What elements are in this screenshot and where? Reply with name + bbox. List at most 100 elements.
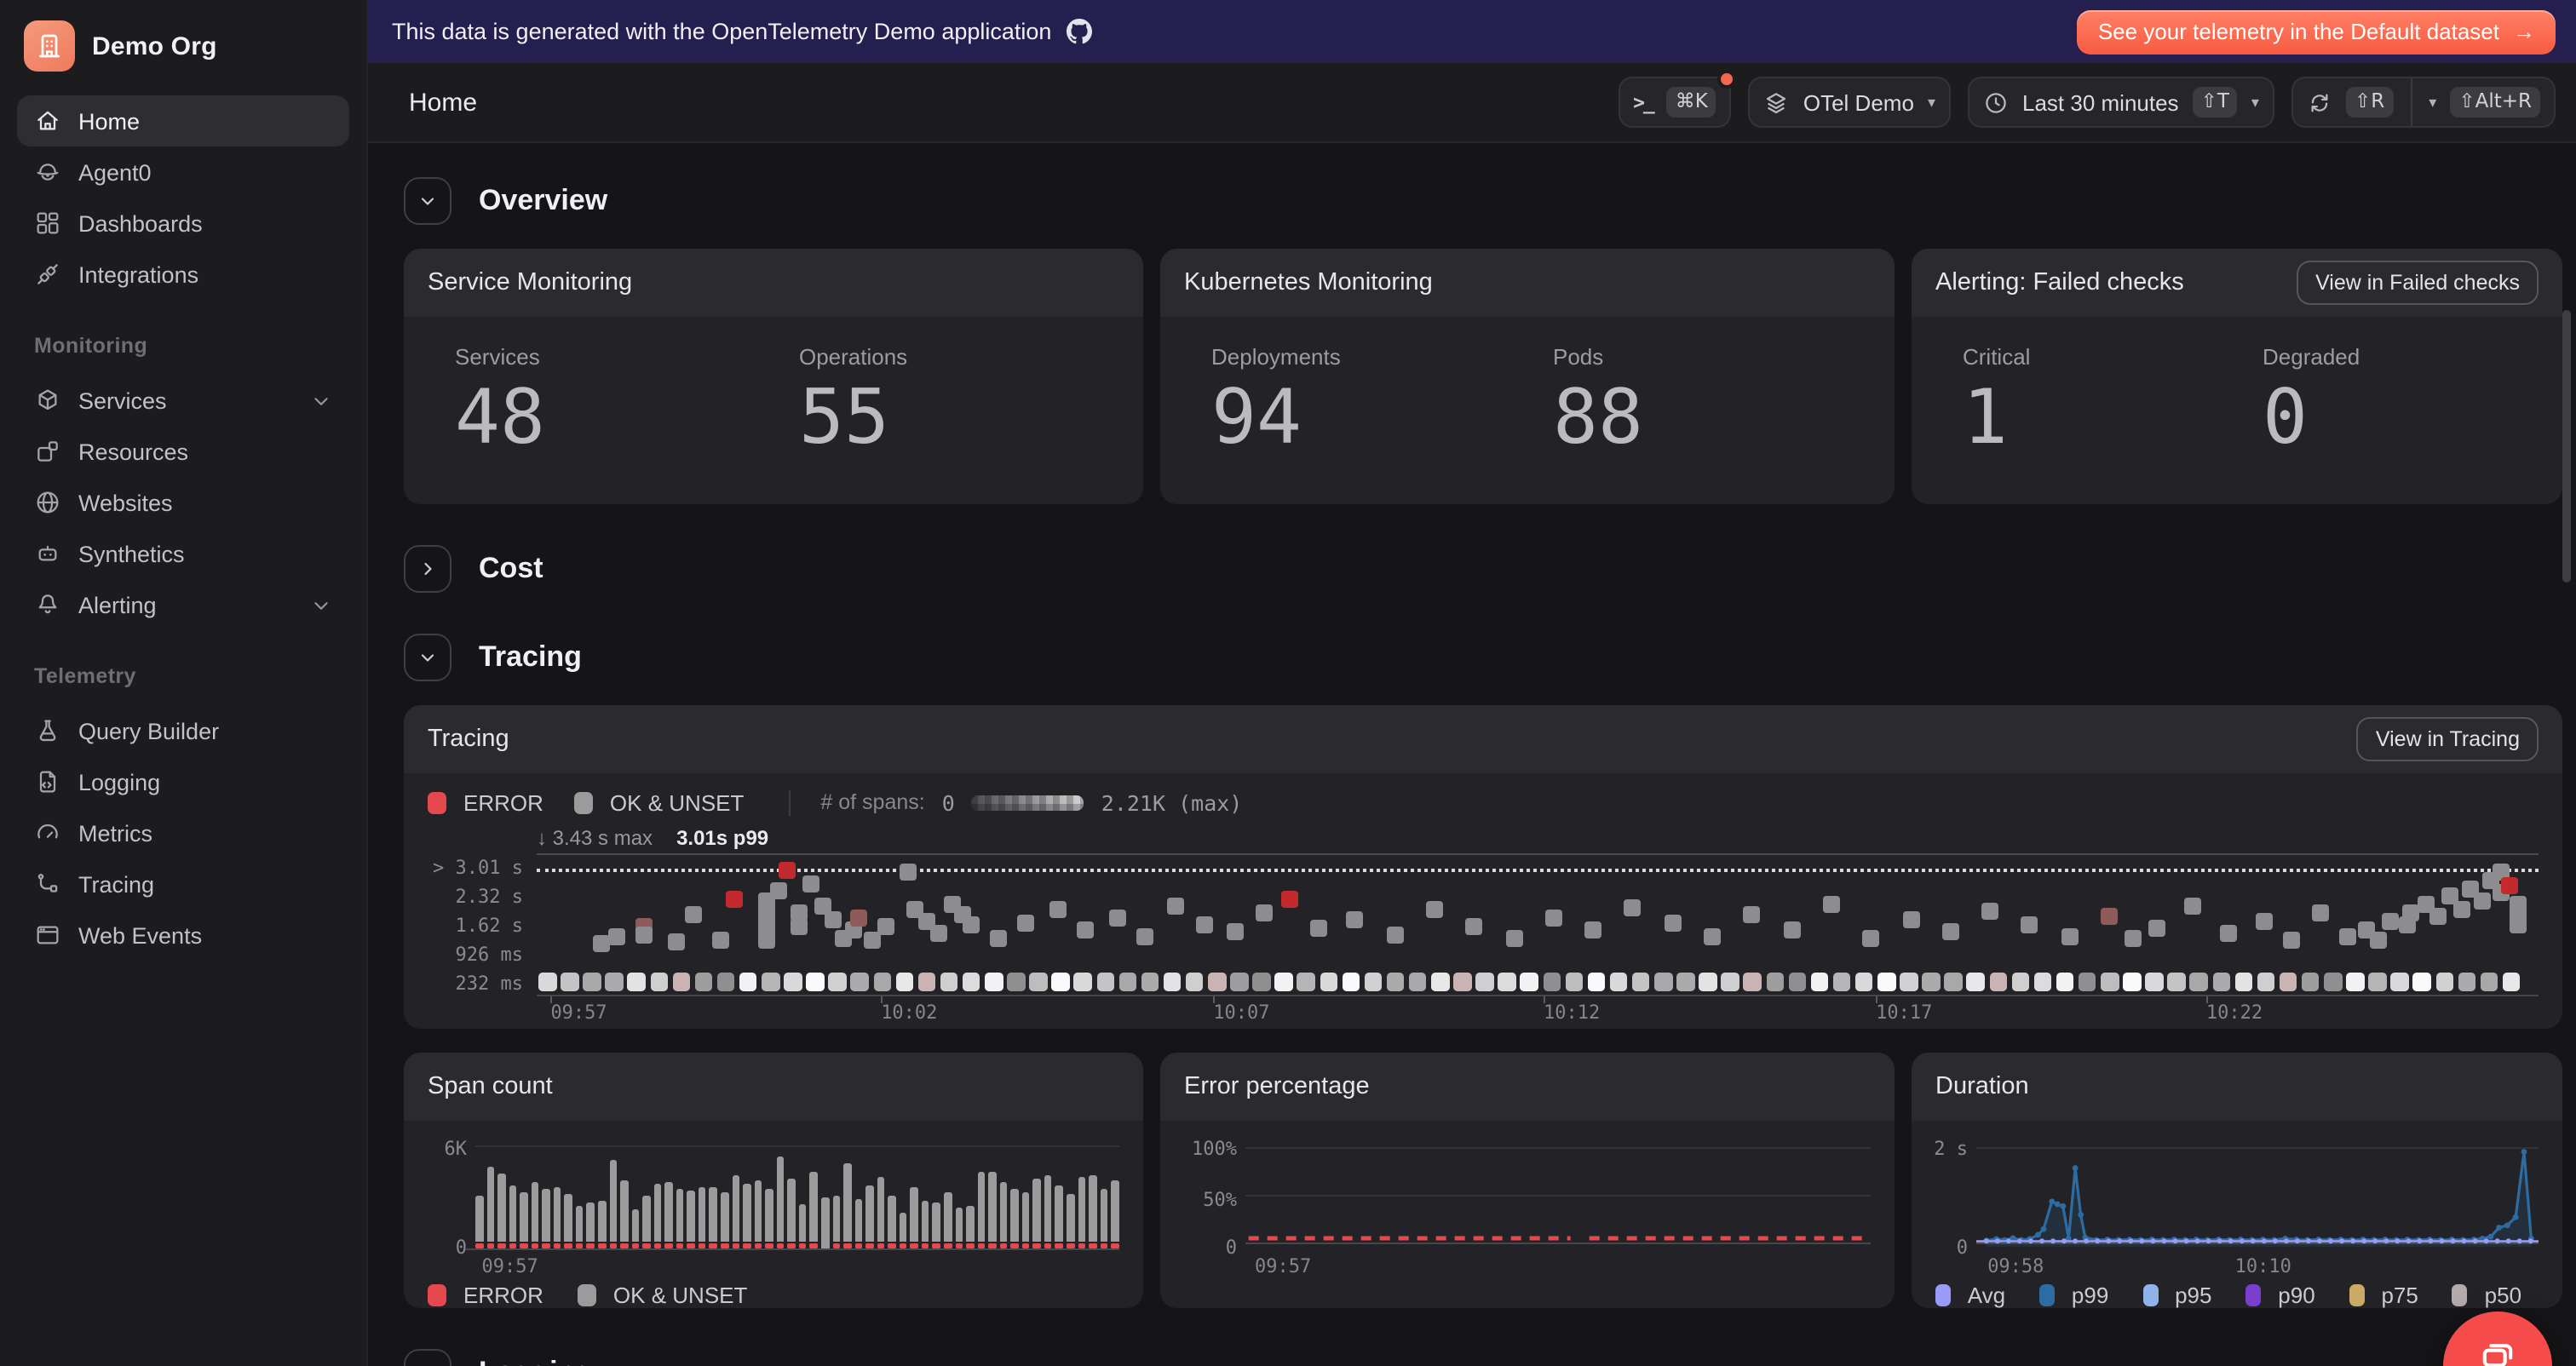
chevron-down-icon[interactable] xyxy=(310,594,332,616)
sidebar-item-home[interactable]: Home xyxy=(17,95,349,146)
line-plot[interactable] xyxy=(1245,1145,1871,1250)
kubernetes-monitoring-card: Kubernetes Monitoring Deployments 94 Pod… xyxy=(1160,249,1895,504)
sidebar-item-logging[interactable]: Logging xyxy=(17,756,349,807)
sidebar-item-services[interactable]: Services xyxy=(17,375,349,426)
tracing-summary-cards: Span count 6K 0 09:57 ERROR OK & UNSET xyxy=(404,1053,2562,1308)
sidebar-item-agent0[interactable]: Agent0 xyxy=(17,146,349,198)
cost-expand-button[interactable] xyxy=(404,545,451,593)
sidebar-item-label: Web Events xyxy=(78,922,202,948)
tracing-section-header: Tracing xyxy=(404,634,2562,681)
card-title: Span count xyxy=(428,1073,553,1100)
sidebar-item-tracing[interactable]: Tracing xyxy=(17,858,349,910)
heatmap-bottom-cell xyxy=(561,973,578,990)
overview-collapse-button[interactable] xyxy=(404,177,451,225)
logging-collapse-button[interactable] xyxy=(404,1349,451,1366)
bar-ok-segment xyxy=(988,1172,996,1242)
heatmap-bottom-cell xyxy=(1989,973,2007,990)
refresh-control[interactable]: ⇧R ▾ ⇧Alt+R xyxy=(2291,77,2556,128)
heatmap-plot[interactable] xyxy=(537,853,2539,996)
tracing-collapse-button[interactable] xyxy=(404,634,451,681)
sidebar-item-synthetics[interactable]: Synthetics xyxy=(17,528,349,579)
heatmap-bottom-cell xyxy=(1833,973,1851,990)
heatmap-bottom-cell xyxy=(2011,973,2029,990)
github-icon[interactable] xyxy=(1067,19,1092,44)
bar xyxy=(944,1193,952,1248)
bar xyxy=(900,1212,907,1248)
heatmap-bottom-cell xyxy=(2503,973,2521,990)
bar-ok-segment xyxy=(865,1185,873,1242)
bar xyxy=(642,1196,650,1248)
heatmap-cell xyxy=(929,926,946,943)
robot-icon xyxy=(34,540,61,567)
stat-value: 88 xyxy=(1553,380,1895,458)
divider xyxy=(2410,78,2412,126)
duration-card: Duration 2 s 0 09:5810:10 Avgp99p95p90p7… xyxy=(1912,1053,2562,1308)
browser-icon xyxy=(34,921,61,949)
bar xyxy=(966,1206,974,1248)
bar xyxy=(1044,1175,1052,1248)
bar-error-segment xyxy=(1022,1243,1030,1248)
heatmap-cell xyxy=(1196,915,1213,933)
bar-error-segment xyxy=(631,1243,639,1248)
sidebar-item-metrics[interactable]: Metrics xyxy=(17,807,349,858)
heatmap-bottom-cell xyxy=(829,973,847,990)
heatmap-cell xyxy=(2339,929,2356,946)
bar xyxy=(497,1174,505,1248)
dataset-select[interactable]: OTel Demo ▾ xyxy=(1749,77,1951,128)
sidebar-item-web-events[interactable]: Web Events xyxy=(17,910,349,961)
clock-icon xyxy=(1983,89,2009,115)
layers-icon xyxy=(1764,89,1790,115)
chevron-down-icon: ▾ xyxy=(1928,93,1935,112)
sidebar-item-dashboards[interactable]: Dashboards xyxy=(17,198,349,249)
sidebar-section-monitoring: Monitoring xyxy=(0,300,366,368)
refresh-icon[interactable] xyxy=(2307,89,2332,115)
x-tick-mark xyxy=(550,996,552,1003)
heatmap-bottom-cell xyxy=(2302,973,2320,990)
line-plot[interactable] xyxy=(1976,1145,2539,1250)
org-switcher[interactable]: Demo Org xyxy=(0,0,366,89)
sidebar-item-query-builder[interactable]: Query Builder xyxy=(17,705,349,756)
heatmap-bottom-cell xyxy=(606,973,624,990)
heatmap-bottom-cell xyxy=(1543,973,1561,990)
bar-ok-segment xyxy=(576,1206,584,1242)
heatmap-cell xyxy=(2311,904,2328,921)
y-axis: 100% 50% 0 xyxy=(1177,1145,1245,1250)
sidebar-item-integrations[interactable]: Integrations xyxy=(17,249,349,300)
bar-error-segment xyxy=(1044,1243,1052,1248)
chat-fab-button[interactable] xyxy=(2443,1311,2552,1366)
view-in-tracing-button[interactable]: View in Tracing xyxy=(2357,717,2539,761)
heatmap-bottom-cell xyxy=(806,973,824,990)
bar xyxy=(687,1191,695,1248)
sidebar-item-resources[interactable]: Resources xyxy=(17,426,349,477)
chevron-down-icon[interactable] xyxy=(310,389,332,411)
sidebar-nav: Home Agent0 Dashboards Integrations xyxy=(0,89,366,300)
command-search-button[interactable]: >_ ⌘K xyxy=(1618,77,1732,128)
view-in-failed-checks-button[interactable]: View in Failed checks xyxy=(2297,261,2539,305)
bar-plot[interactable] xyxy=(475,1145,1119,1250)
sidebar-item-label: Tracing xyxy=(78,871,154,897)
bar xyxy=(788,1179,796,1248)
y-tick-label: 0 xyxy=(456,1237,467,1259)
heatmap-cell xyxy=(900,864,917,881)
bar xyxy=(821,1197,829,1248)
x-tick-mark xyxy=(1213,996,1215,1003)
legend-label: p50 xyxy=(2485,1283,2521,1308)
see-telemetry-button[interactable]: See your telemetry in the Default datase… xyxy=(2078,9,2556,54)
heatmap-bottom-cell xyxy=(1364,973,1382,990)
scrollbar-thumb[interactable] xyxy=(2562,310,2571,583)
time-range-value: Last 30 minutes xyxy=(2022,89,2179,115)
bar-ok-segment xyxy=(821,1197,829,1248)
bar-ok-segment xyxy=(854,1199,862,1242)
bar-error-segment xyxy=(922,1243,929,1248)
sidebar-item-websites[interactable]: Websites xyxy=(17,477,349,528)
bar-error-segment xyxy=(999,1243,1007,1248)
heatmap-bottom-cell xyxy=(1164,973,1182,990)
trace-path-icon xyxy=(34,870,61,898)
legend-label: OK & UNSET xyxy=(613,1283,748,1308)
bar-ok-segment xyxy=(788,1179,796,1242)
stat-value: 0 xyxy=(2263,380,2562,458)
time-range-select[interactable]: Last 30 minutes ⇧T ▾ xyxy=(1968,77,2274,128)
heatmap-bottom-cell xyxy=(2033,973,2051,990)
heatmap-bottom-cell xyxy=(1475,973,1493,990)
sidebar-item-alerting[interactable]: Alerting xyxy=(17,579,349,630)
